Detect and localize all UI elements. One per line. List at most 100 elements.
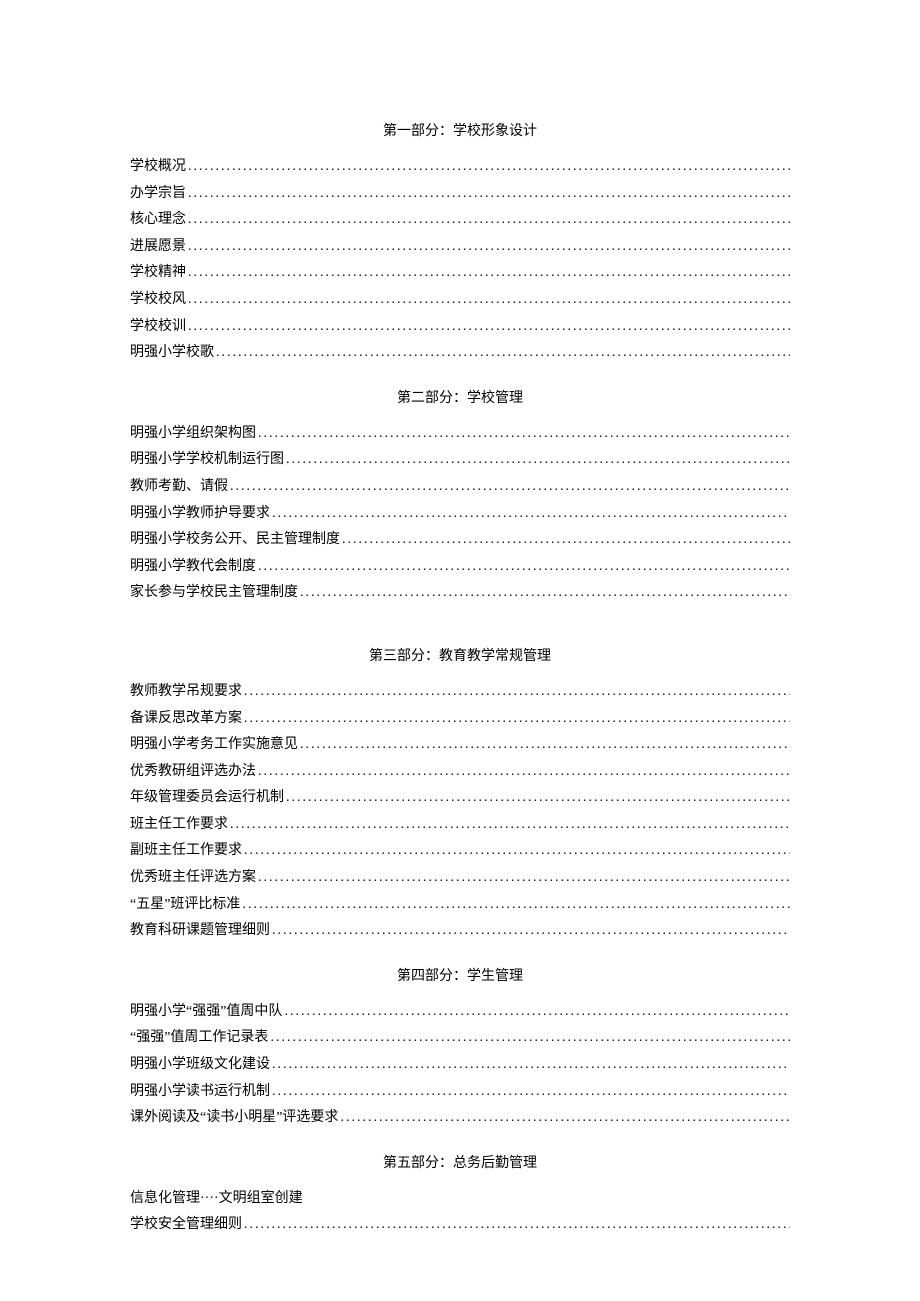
toc-entry: 明强小学组织架构图 [130, 421, 790, 448]
toc-leader-dots [188, 260, 790, 287]
toc-entry-label: 明强小学组织架构图 [130, 421, 256, 448]
toc-entry-label: 明强小学读书运行机制 [130, 1079, 270, 1106]
toc-leader-dots [270, 1025, 790, 1052]
toc-entry: 优秀班主任评选方案 [130, 865, 790, 892]
toc-entry-label: 进展愿景 [130, 234, 186, 261]
document-root: 第一部分：学校形象设计学校概况办学宗旨核心理念进展愿景学校精神学校校风学校校训明… [130, 120, 790, 1239]
toc-entry: 核心理念 [130, 207, 790, 234]
toc-entry: 学校校风 [130, 287, 790, 314]
toc-leader-dots [244, 706, 790, 733]
toc-entry: 进展愿景 [130, 234, 790, 261]
section-title: 第四部分：学生管理 [130, 965, 790, 985]
toc-entry-label: 学校校训 [130, 314, 186, 341]
toc-leader-dots [272, 501, 790, 528]
toc-leader-dots [188, 314, 790, 341]
toc-entry: “五星”班评比标准 [130, 892, 790, 919]
toc-leader-dots [284, 999, 790, 1026]
toc-entry-label: 明强小学教代会制度 [130, 554, 256, 581]
toc-leader-dots [188, 287, 790, 314]
toc-entry: 年级管理委员会运行机制 [130, 785, 790, 812]
toc-entry-plain: 信息化管理····文明组室创建 [130, 1186, 790, 1213]
toc-leader-dots [188, 154, 790, 181]
toc-entry-label: 明强小学班级文化建设 [130, 1052, 270, 1079]
toc-entry-label: 班主任工作要求 [130, 812, 228, 839]
toc-entry: 备课反思改革方案 [130, 706, 790, 733]
toc-leader-dots [258, 759, 790, 786]
toc-entry: 学校精神 [130, 260, 790, 287]
toc-entry: 明强小学考务工作实施意见 [130, 732, 790, 759]
toc-entry-label: 办学宗旨 [130, 181, 186, 208]
toc-leader-dots [340, 1105, 790, 1132]
toc-entry-label: 家长参与学校民主管理制度 [130, 580, 298, 607]
toc-entry-label: 教师教学吊规要求 [130, 679, 242, 706]
toc-leader-dots [230, 812, 790, 839]
toc-entry-label: 明强小学校务公开、民主管理制度 [130, 527, 340, 554]
toc-entry-label: 明强小学教师护导要求 [130, 501, 270, 528]
toc-leader-dots [244, 679, 790, 706]
toc-entry-label: “五星”班评比标准 [130, 892, 240, 919]
toc-leader-dots [216, 340, 790, 367]
toc-leader-dots [188, 234, 790, 261]
toc-leader-dots [272, 918, 790, 945]
toc-leader-dots [272, 1052, 790, 1079]
toc-entry: 班主任工作要求 [130, 812, 790, 839]
toc-entry-label: 教育科研课题管理细则 [130, 918, 270, 945]
toc-leader-dots [244, 838, 790, 865]
toc-entry: 优秀教研组评选办法 [130, 759, 790, 786]
toc-entry: 办学宗旨 [130, 181, 790, 208]
section-title: 第二部分：学校管理 [130, 387, 790, 407]
toc-leader-dots [342, 527, 790, 554]
toc-entry: 明强小学读书运行机制 [130, 1079, 790, 1106]
toc-leader-dots [188, 207, 790, 234]
toc-entry-label: 课外阅读及“读书小明星”评选要求 [130, 1105, 338, 1132]
toc-entry-label: “强强”值周工作记录表 [130, 1025, 268, 1052]
toc-entry: 明强小学班级文化建设 [130, 1052, 790, 1079]
section-title: 第一部分：学校形象设计 [130, 120, 790, 140]
toc-entry-label: 优秀班主任评选方案 [130, 865, 256, 892]
section-gap [130, 607, 790, 625]
toc-leader-dots [272, 1079, 790, 1106]
toc-entry-label: 核心理念 [130, 207, 186, 234]
toc-entry-label: 教师考勤、请假 [130, 474, 228, 501]
toc-entry: 学校概况 [130, 154, 790, 181]
toc-leader-dots [244, 1212, 790, 1239]
toc-entry: 明强小学教代会制度 [130, 554, 790, 581]
toc-entry-label: 明强小学校歌 [130, 340, 214, 367]
toc-entry-label: 备课反思改革方案 [130, 706, 242, 733]
toc-entry: 明强小学“强强”值周中队 [130, 999, 790, 1026]
toc-entry-label: 明强小学学校机制运行图 [130, 447, 284, 474]
toc-leader-dots [242, 892, 790, 919]
toc-leader-dots [258, 865, 790, 892]
toc-entry-label: 副班主任工作要求 [130, 838, 242, 865]
toc-entry: 课外阅读及“读书小明星”评选要求 [130, 1105, 790, 1132]
toc-entry-label: 学校精神 [130, 260, 186, 287]
toc-leader-dots [286, 785, 790, 812]
toc-entry-label: 明强小学“强强”值周中队 [130, 999, 282, 1026]
toc-entry-label: 学校校风 [130, 287, 186, 314]
toc-entry: 学校校训 [130, 314, 790, 341]
toc-entry: 教师考勤、请假 [130, 474, 790, 501]
toc-entry: 学校安全管理细则 [130, 1212, 790, 1239]
toc-leader-dots [258, 554, 790, 581]
toc-entry: 明强小学校歌 [130, 340, 790, 367]
section-title: 第五部分：总务后勤管理 [130, 1152, 790, 1172]
section-title: 第三部分：教育教学常规管理 [130, 645, 790, 665]
toc-entry-label: 明强小学考务工作实施意见 [130, 732, 298, 759]
toc-entry: 副班主任工作要求 [130, 838, 790, 865]
toc-leader-dots [300, 732, 790, 759]
toc-leader-dots [286, 447, 790, 474]
toc-leader-dots [188, 181, 790, 208]
toc-entry-label: 学校概况 [130, 154, 186, 181]
toc-leader-dots [300, 580, 790, 607]
toc-entry-label: 年级管理委员会运行机制 [130, 785, 284, 812]
toc-entry-label: 优秀教研组评选办法 [130, 759, 256, 786]
toc-entry: 家长参与学校民主管理制度 [130, 580, 790, 607]
toc-leader-dots [230, 474, 790, 501]
toc-entry: 明强小学校务公开、民主管理制度 [130, 527, 790, 554]
toc-entry: 明强小学学校机制运行图 [130, 447, 790, 474]
toc-entry: 明强小学教师护导要求 [130, 501, 790, 528]
toc-leader-dots [258, 421, 790, 448]
toc-entry: 教师教学吊规要求 [130, 679, 790, 706]
toc-entry-label: 学校安全管理细则 [130, 1212, 242, 1239]
toc-entry: “强强”值周工作记录表 [130, 1025, 790, 1052]
